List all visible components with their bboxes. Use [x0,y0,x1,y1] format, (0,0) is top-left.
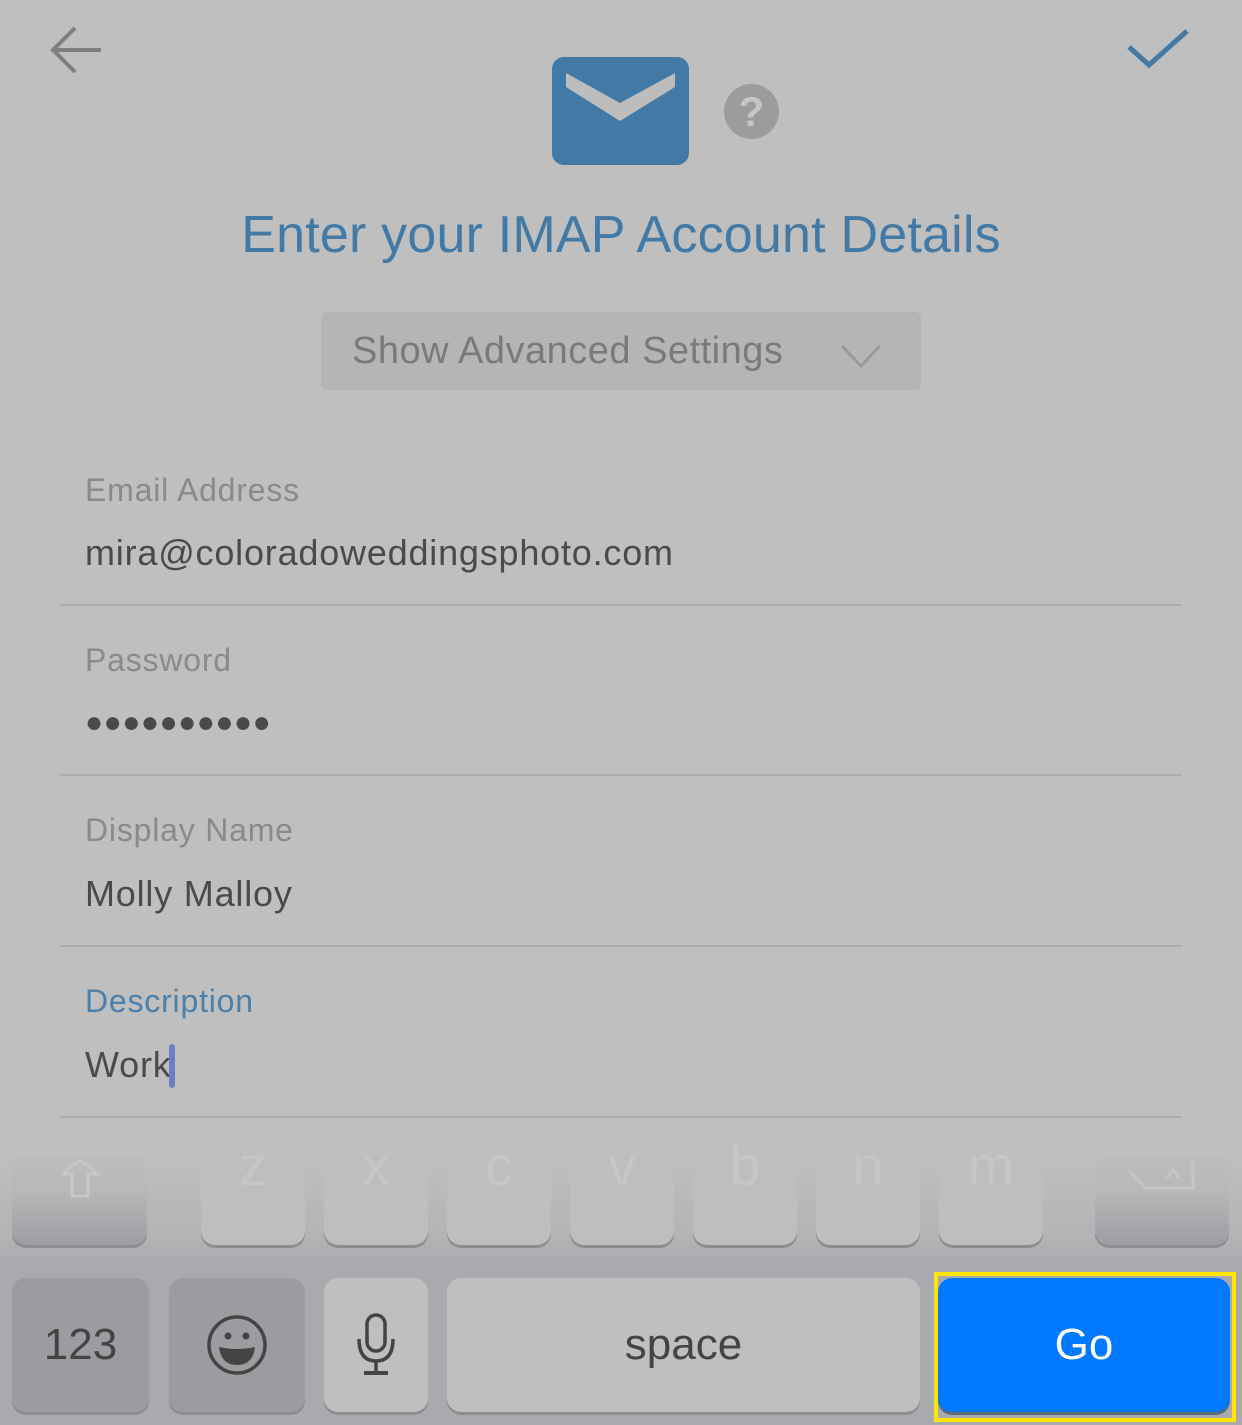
key-z[interactable]: z [201,1134,305,1245]
key-m[interactable]: m [939,1134,1043,1245]
arrow-left-icon [50,26,101,74]
email-field-label: Email Address [85,472,300,508]
back-button[interactable] [40,18,110,82]
key-x[interactable]: x [324,1134,428,1245]
dictation-key[interactable] [324,1278,428,1412]
done-button[interactable] [1118,18,1198,82]
chevron-down-icon [840,344,882,369]
microphone-icon [357,1313,395,1375]
password-field-label: Password [85,642,232,678]
show-advanced-settings-button[interactable]: Show Advanced Settings [321,312,921,390]
display-name-field[interactable]: Display Name Molly Malloy [60,775,1182,947]
display-name-input[interactable]: Molly Malloy [85,873,1165,915]
display-name-field-label: Display Name [85,812,294,848]
password-field[interactable]: Password ●●●●●●●●●● [60,604,1182,776]
key-v[interactable]: v [570,1134,674,1245]
email-input[interactable]: mira@coloradoweddingsphoto.com [85,532,1165,574]
emoji-key[interactable] [169,1278,305,1412]
key-n[interactable]: n [816,1134,920,1245]
space-key[interactable]: space [447,1278,920,1412]
checkmark-icon [1127,29,1189,69]
backspace-icon [1127,1160,1195,1190]
space-key-label: space [624,1320,743,1369]
shift-key[interactable] [12,1155,147,1245]
shift-icon [60,1160,102,1198]
advanced-settings-label: Show Advanced Settings [352,330,784,372]
key-b[interactable]: b [693,1134,797,1245]
numbers-key-label: 123 [43,1320,118,1369]
description-field[interactable]: Description Work [60,946,1182,1118]
description-input[interactable]: Work [85,1044,1165,1086]
email-field[interactable]: Email Address mira@coloradoweddingsphoto… [60,434,1182,606]
numbers-key[interactable]: 123 [12,1278,149,1412]
emoji-icon [207,1315,267,1375]
delete-key[interactable] [1095,1155,1229,1245]
text-caret [169,1044,175,1088]
password-input[interactable]: ●●●●●●●●●● [85,706,1165,740]
page-title: Enter your IMAP Account Details [241,206,1001,264]
description-field-label: Description [85,983,254,1019]
key-c[interactable]: c [447,1134,551,1245]
question-circle-icon[interactable]: ? [724,84,779,139]
go-key-highlight [934,1272,1236,1422]
envelope-icon [552,57,689,165]
